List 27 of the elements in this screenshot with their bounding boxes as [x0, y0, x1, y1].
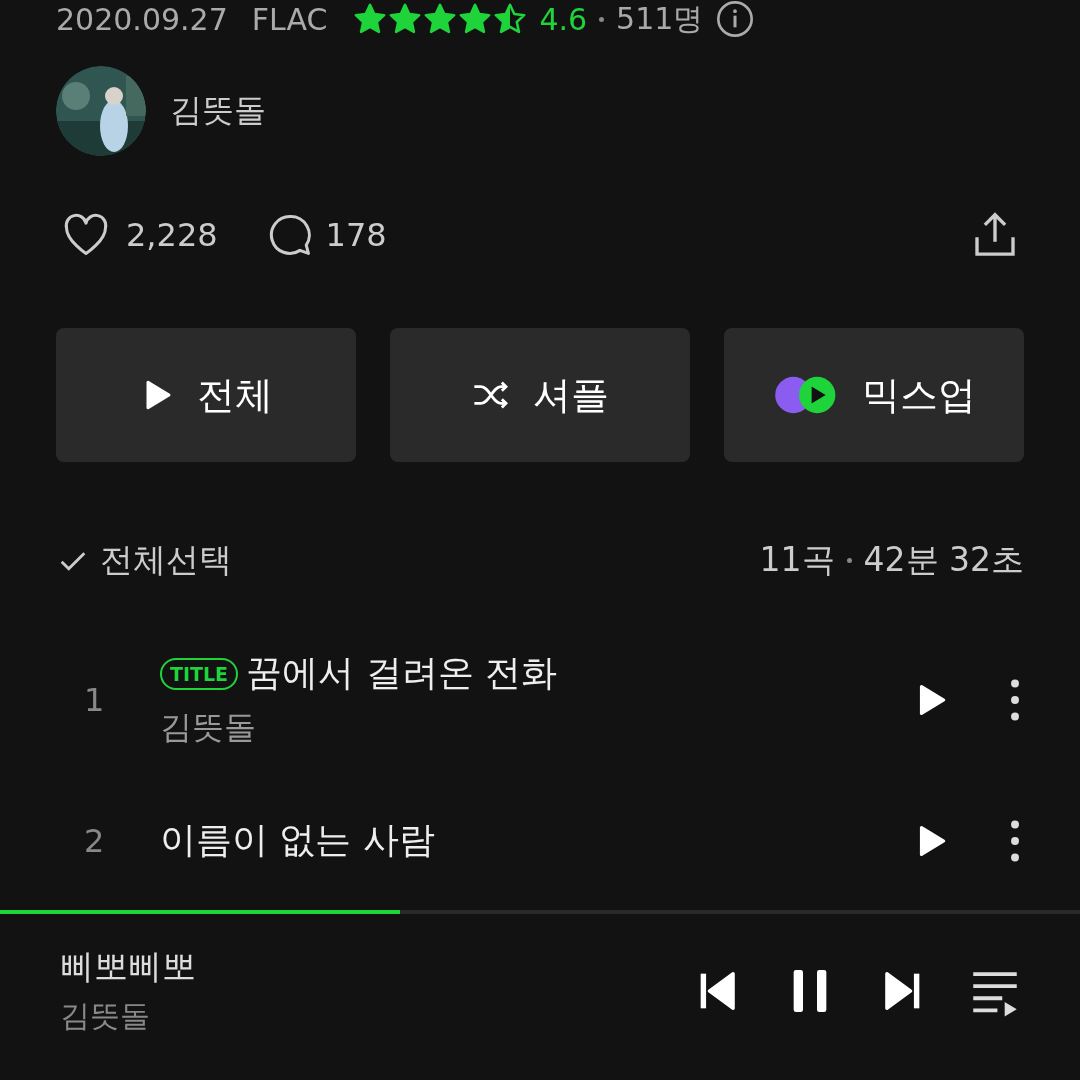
artist-name[interactable]: 김뜻돌	[170, 89, 266, 133]
like-count: 2,228	[126, 216, 218, 254]
play-button[interactable]: 전체	[56, 328, 356, 462]
shuffle-button[interactable]: 셔플	[390, 328, 690, 462]
audio-format: FLAC	[251, 1, 328, 37]
title-badge: TITLE	[160, 657, 239, 690]
mixup-button[interactable]: 믹스업	[724, 328, 1024, 462]
track-count: 11곡	[759, 539, 835, 581]
track-artist[interactable]: 김뜻돌	[160, 706, 912, 750]
now-playing-artist: 김뜻돌	[60, 997, 151, 1035]
rater-count: 511명	[616, 0, 704, 38]
rating-score: 4.6	[539, 1, 588, 37]
separator-dot	[599, 16, 605, 22]
track-number: 2	[83, 821, 106, 860]
track-number: 1	[83, 680, 106, 719]
separator-dot	[846, 558, 852, 563]
track-title[interactable]: 이름이 없는 사람	[160, 816, 435, 865]
release-date: 2020.09.27	[56, 1, 228, 37]
select-all-button[interactable]: 전체선택	[56, 538, 232, 583]
total-duration: 42분 32초	[863, 539, 1024, 581]
comment-count: 178	[325, 216, 387, 254]
info-icon[interactable]	[715, 0, 756, 39]
track-title[interactable]: 꿈에서 걸려온 전화	[246, 649, 557, 698]
progress-track[interactable]	[0, 910, 1080, 914]
more-icon[interactable]	[1010, 677, 1020, 722]
more-icon[interactable]	[1010, 818, 1020, 863]
now-playing-title[interactable]: 삐뽀삐뽀	[60, 944, 196, 990]
